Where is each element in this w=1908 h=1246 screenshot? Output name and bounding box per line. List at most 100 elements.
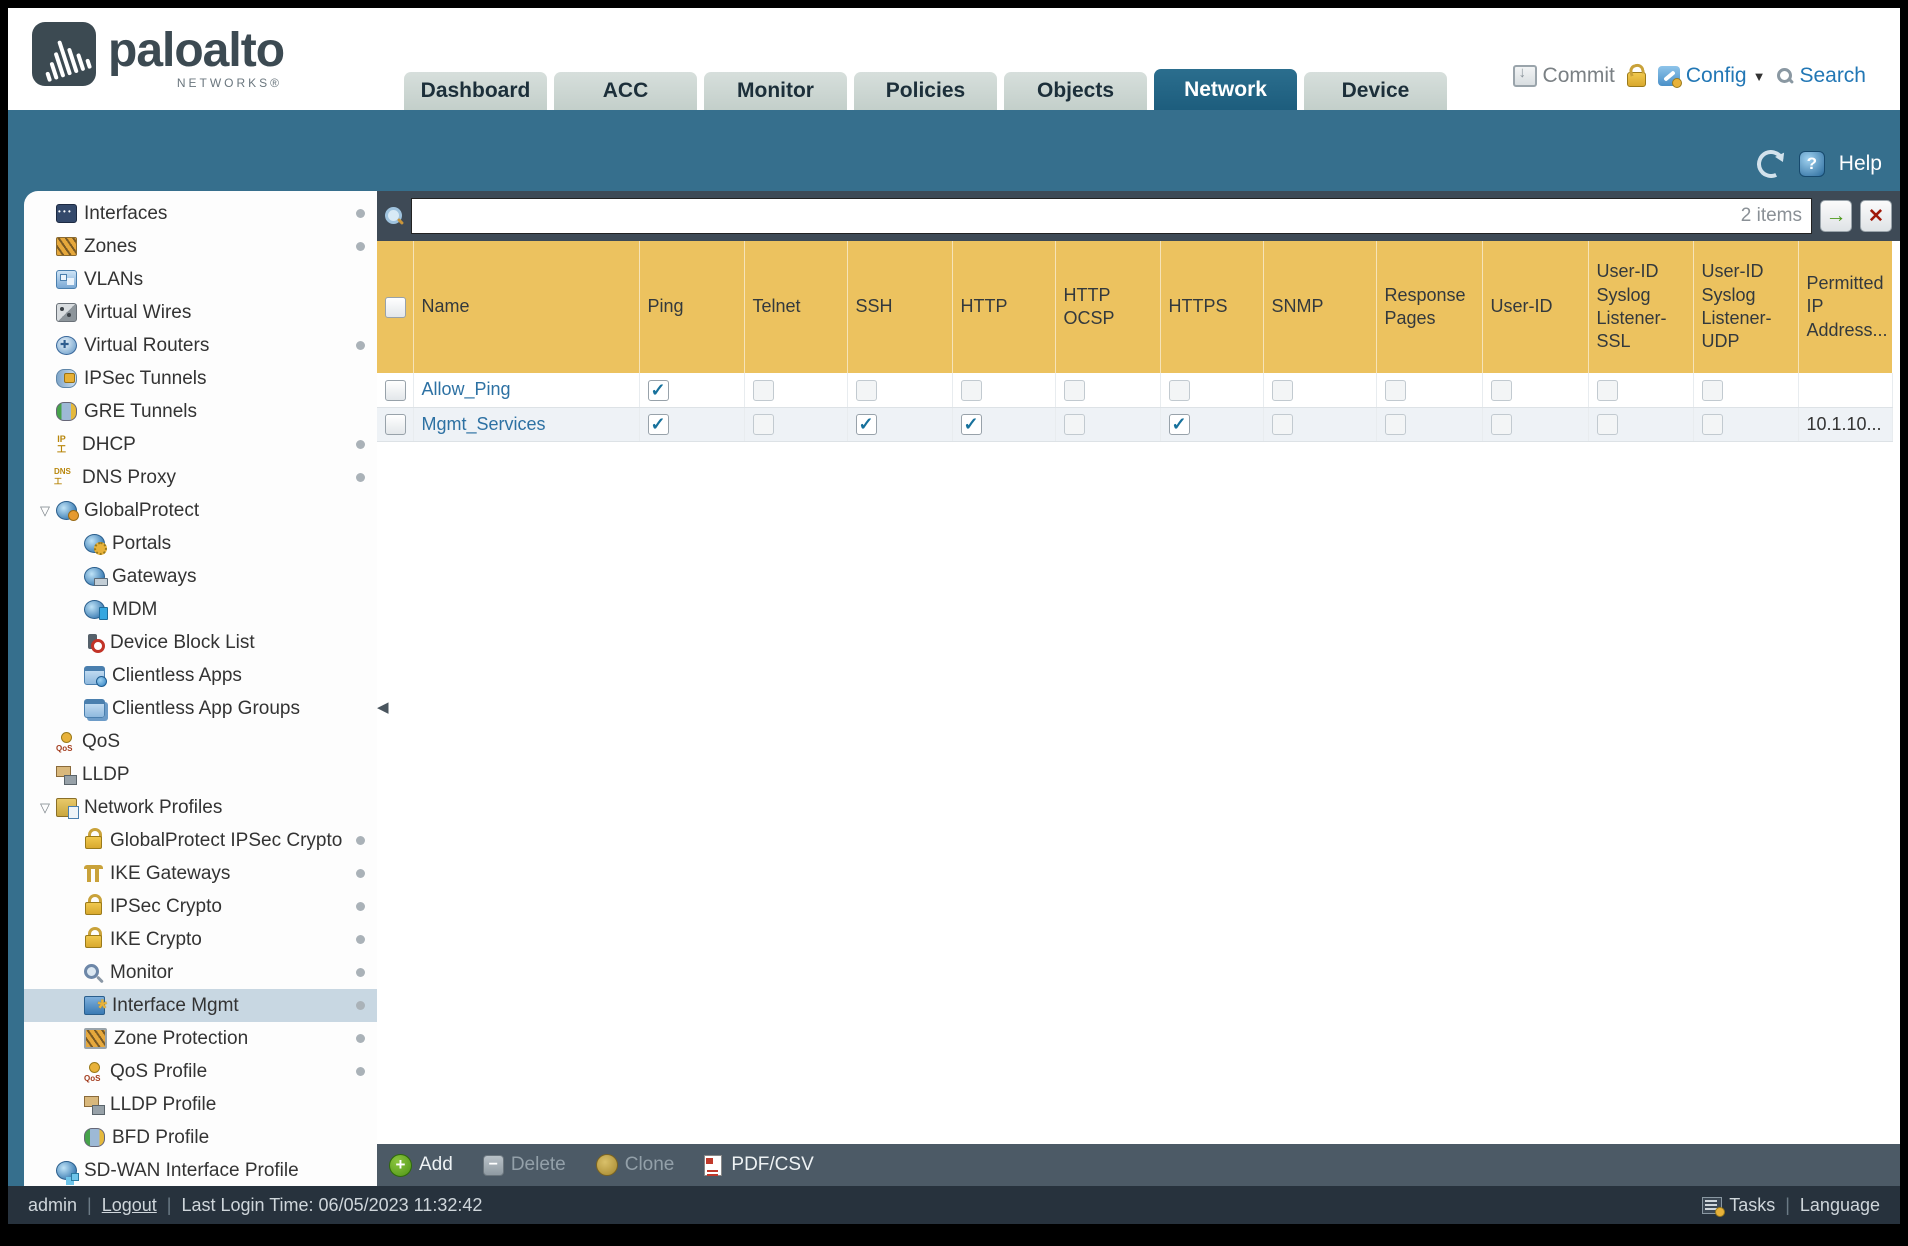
interface-mgmt-table: Name Ping Telnet SSH HTTP HTTP OCSP HTTPS SNMP R… xyxy=(377,241,1893,442)
filter-input[interactable] xyxy=(411,198,1812,234)
sidebar-item-zone-protection[interactable]: Zone Protection xyxy=(24,1022,377,1055)
checked-icon xyxy=(647,413,669,435)
profile-name-link[interactable]: Mgmt_Services xyxy=(422,414,546,434)
column-header-http-ocsp[interactable]: HTTP OCSP xyxy=(1055,241,1161,373)
sidebar-item-network-profiles[interactable]: ▽ Network Profiles xyxy=(24,791,377,824)
clear-filter-button[interactable]: ✕ xyxy=(1860,200,1892,232)
sidebar-item-portals[interactable]: Portals xyxy=(24,527,377,560)
sidebar-item-ipsec-tunnels[interactable]: IPSec Tunnels xyxy=(24,362,377,395)
sidebar-collapse-icon[interactable]: ◀ xyxy=(377,698,389,716)
row-checkbox[interactable] xyxy=(385,413,406,435)
sidebar-item-globalprotect[interactable]: ▽ GlobalProtect xyxy=(24,494,377,527)
pdf-csv-button[interactable]: PDF/CSV xyxy=(704,1154,814,1176)
sidebar-item-interface-mgmt[interactable]: Interface Mgmt xyxy=(24,989,377,1022)
status-dot xyxy=(356,1034,365,1043)
sidebar-item-lldp[interactable]: LLDP xyxy=(24,758,377,791)
sidebar-item-zones[interactable]: Zones xyxy=(24,230,377,263)
help-icon[interactable]: ? xyxy=(1798,151,1825,177)
service-cell-response-pages xyxy=(1376,373,1483,408)
column-header-user-id-syslog-listener-udp[interactable]: User-ID Syslog Listener-UDP xyxy=(1693,241,1799,373)
name-cell: Mgmt_Services xyxy=(413,407,640,442)
zones-icon xyxy=(56,237,77,256)
column-header-snmp[interactable]: SNMP xyxy=(1263,241,1377,373)
sidebar-item-bfd-profile[interactable]: BFD Profile xyxy=(24,1121,377,1154)
lock-icon[interactable] xyxy=(1626,72,1646,87)
config-icon xyxy=(1657,66,1682,88)
column-header-http[interactable]: HTTP xyxy=(952,241,1056,373)
tab-device[interactable]: Device xyxy=(1304,72,1447,110)
sidebar-item-interfaces[interactable]: Interfaces xyxy=(24,197,377,230)
sidebar-item-label: LLDP xyxy=(82,763,130,785)
tab-network[interactable]: Network xyxy=(1154,69,1297,110)
expander-icon[interactable]: ▽ xyxy=(34,503,56,519)
column-header-name[interactable]: Name xyxy=(413,241,640,373)
column-header-ssh[interactable]: SSH xyxy=(847,241,953,373)
select-all-checkbox[interactable] xyxy=(385,297,406,319)
global-search-button[interactable]: Search xyxy=(1777,64,1866,88)
sidebar-item-sd-wan-interface-profile[interactable]: SD-WAN Interface Profile xyxy=(24,1154,377,1186)
sidebar-item-virtual-routers[interactable]: Virtual Routers xyxy=(24,329,377,362)
service-cell-http-ocsp xyxy=(1055,373,1161,408)
logged-in-user: admin xyxy=(28,1194,78,1215)
tab-policies[interactable]: Policies xyxy=(854,72,997,110)
apply-filter-button[interactable]: → xyxy=(1820,200,1852,232)
tasks-link[interactable]: Tasks xyxy=(1729,1195,1775,1216)
sidebar-item-clientless-apps[interactable]: Clientless Apps xyxy=(24,659,377,692)
refresh-icon[interactable] xyxy=(1752,146,1789,182)
tab-acc[interactable]: ACC xyxy=(554,72,697,110)
column-header-user-id-syslog-listener-ssl[interactable]: User-ID Syslog Listener-SSL xyxy=(1588,241,1694,373)
column-header-https[interactable]: HTTPS xyxy=(1160,241,1264,373)
sidebar-item-device-block-list[interactable]: Device Block List xyxy=(24,626,377,659)
clone-button[interactable]: Clone xyxy=(595,1154,674,1176)
column-header-ping[interactable]: Ping xyxy=(639,241,745,373)
config-menu-button[interactable]: Config ▼ xyxy=(1657,64,1765,88)
unchecked-icon xyxy=(1168,379,1190,401)
clientless-app-groups-icon xyxy=(84,699,105,718)
column-header-telnet[interactable]: Telnet xyxy=(744,241,848,373)
sidebar-item-qos[interactable]: QoS xyxy=(24,725,377,758)
sidebar-item-monitor[interactable]: Monitor xyxy=(24,956,377,989)
sidebar-item-ike-gateways[interactable]: IKE Gateways xyxy=(24,857,377,890)
sidebar-item-lldp-profile[interactable]: LLDP Profile xyxy=(24,1088,377,1121)
column-header-user-id[interactable]: User-ID xyxy=(1482,241,1589,373)
nav-tabs: Dashboard ACC Monitor Policies Objects Networ… xyxy=(404,69,1447,110)
sidebar-item-virtual-wires[interactable]: Virtual Wires xyxy=(24,296,377,329)
help-label[interactable]: Help xyxy=(1839,152,1882,176)
add-button[interactable]: + Add xyxy=(389,1153,453,1177)
sidebar-item-dhcp[interactable]: DHCP xyxy=(24,428,377,461)
checked-icon xyxy=(1168,413,1190,435)
language-link[interactable]: Language xyxy=(1800,1195,1880,1216)
tab-dashboard[interactable]: Dashboard xyxy=(404,72,547,110)
status-dot xyxy=(356,902,365,911)
sidebar-item-clientless-app-groups[interactable]: Clientless App Groups xyxy=(24,692,377,725)
commit-button[interactable]: Commit xyxy=(1512,64,1615,88)
bfd-profile-icon xyxy=(84,1128,105,1147)
sidebar-item-qos-profile[interactable]: QoS Profile xyxy=(24,1055,377,1088)
lock-icon xyxy=(84,894,103,915)
tab-objects[interactable]: Objects xyxy=(1004,72,1147,110)
sidebar-item-gre-tunnels[interactable]: GRE Tunnels xyxy=(24,395,377,428)
tab-monitor[interactable]: Monitor xyxy=(704,72,847,110)
unchecked-icon xyxy=(1384,413,1406,435)
status-dot xyxy=(356,473,365,482)
sidebar-item-dns-proxy[interactable]: DNS Proxy xyxy=(24,461,377,494)
pdf-icon xyxy=(704,1154,723,1176)
sidebar-item-ipsec-crypto[interactable]: IPSec Crypto xyxy=(24,890,377,923)
service-cell-ping xyxy=(639,407,745,442)
expander-icon[interactable]: ▽ xyxy=(34,800,56,816)
sidebar-item-ike-crypto[interactable]: IKE Crypto xyxy=(24,923,377,956)
delete-button[interactable]: − Delete xyxy=(482,1154,566,1176)
column-header-response-pages[interactable]: Response Pages xyxy=(1376,241,1483,373)
sidebar-item-mdm[interactable]: MDM xyxy=(24,593,377,626)
sidebar-item-globalprotect-ipsec-crypto[interactable]: GlobalProtect IPSec Crypto xyxy=(24,824,377,857)
row-checkbox[interactable] xyxy=(385,379,406,401)
logout-link[interactable]: Logout xyxy=(102,1195,157,1216)
sidebar-item-gateways[interactable]: Gateways xyxy=(24,560,377,593)
service-cell-user-id-syslog-listener-ssl xyxy=(1588,407,1694,442)
profile-name-link[interactable]: Allow_Ping xyxy=(422,379,511,399)
tasks-icon[interactable] xyxy=(1702,1196,1726,1217)
checked-icon xyxy=(647,379,669,401)
sidebar-item-label: QoS Profile xyxy=(110,1060,208,1082)
sidebar-item-vlans[interactable]: VLANs xyxy=(24,263,377,296)
column-header-permitted-ip-address[interactable]: Permitted IP Address... xyxy=(1798,241,1893,373)
